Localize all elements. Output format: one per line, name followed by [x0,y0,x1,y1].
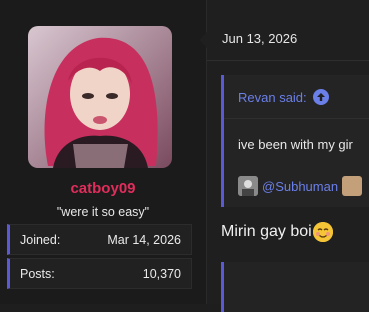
user-avatar[interactable] [28,26,172,168]
mention-avatar[interactable] [238,176,258,196]
stat-label: Posts: [20,266,55,281]
post-arrow [199,32,207,48]
quote-author[interactable]: Revan said: [238,90,307,105]
quote-text: ive been with my gir [238,137,353,152]
mention-avatar[interactable] [342,176,363,196]
post-date[interactable]: Jun 13, 2026 [222,31,297,46]
user-info-panel: catboy09 "were it so easy" Joined: Mar 1… [0,0,207,304]
quote-block: Revan said: ive been with my gir @Subhum… [221,75,369,207]
quote-header[interactable]: Revan said: [238,89,329,105]
avatar-image [28,26,172,168]
mention-link[interactable]: @Subhuman [262,179,338,194]
username[interactable]: catboy09 [0,180,206,197]
post-message: Mirin gay boi [221,223,312,240]
stat-value: Mar 14, 2026 [107,232,181,247]
stat-label: Joined: [20,232,61,247]
stat-posts: Posts: 10,370 [7,258,192,289]
post-body: Mirin gay boi [221,222,333,242]
quote-divider [224,118,369,119]
next-quote-block [221,262,369,312]
post-header-divider [207,60,369,61]
mention-row: @Subhuman [238,176,363,196]
arrow-up-circle-icon[interactable] [312,89,329,105]
smiling-face-icon [312,222,333,242]
stat-joined: Joined: Mar 14, 2026 [7,224,192,255]
stat-value: 10,370 [142,266,181,281]
user-title: "were it so easy" [56,205,150,219]
